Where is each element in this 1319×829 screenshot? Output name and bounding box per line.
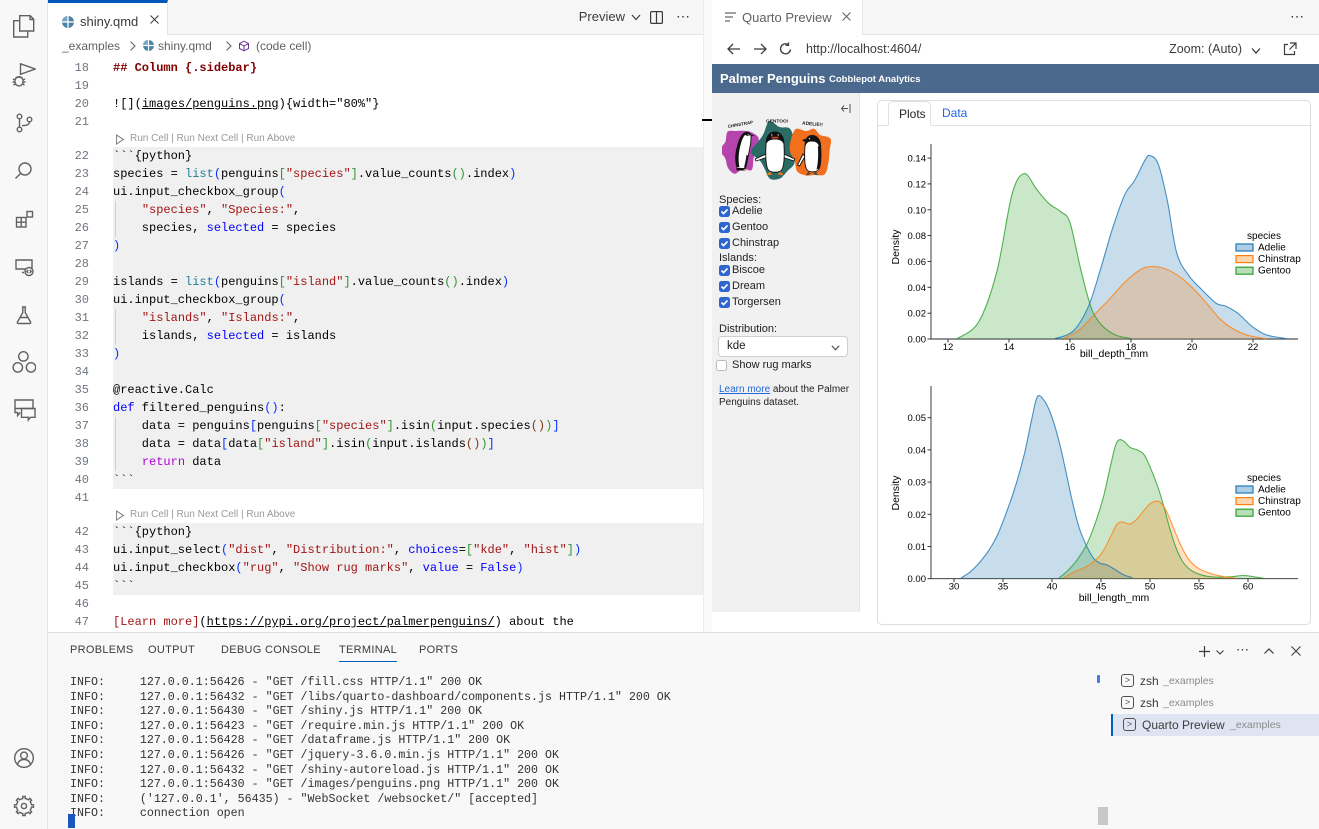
svg-text:Chinstrap: Chinstrap <box>1258 254 1301 265</box>
svg-text:40: 40 <box>1047 582 1058 593</box>
svg-text:20: 20 <box>1187 342 1198 353</box>
svg-text:ADELIE!!: ADELIE!! <box>802 121 824 129</box>
svg-text:0.12: 0.12 <box>908 179 927 190</box>
svg-text:0.06: 0.06 <box>908 257 927 268</box>
svg-text:55: 55 <box>1194 582 1205 593</box>
svg-text:22: 22 <box>1248 342 1259 353</box>
svg-text:GENTOO!: GENTOO! <box>766 119 789 125</box>
svg-text:0.04: 0.04 <box>908 445 927 456</box>
svg-text:0.05: 0.05 <box>908 413 927 424</box>
svg-text:Density: Density <box>890 475 902 511</box>
svg-text:0.00: 0.00 <box>908 574 927 585</box>
svg-text:Chinstrap: Chinstrap <box>1258 496 1301 507</box>
svg-text:Gentoo: Gentoo <box>1258 508 1291 519</box>
svg-text:bill_depth_mm: bill_depth_mm <box>1080 348 1149 360</box>
svg-text:bill_length_mm: bill_length_mm <box>1079 592 1150 604</box>
svg-text:0.14: 0.14 <box>908 154 927 165</box>
svg-text:0.01: 0.01 <box>908 542 927 553</box>
svg-text:30: 30 <box>949 582 960 593</box>
svg-text:14: 14 <box>1004 342 1015 353</box>
svg-text:species: species <box>1247 231 1281 242</box>
svg-text:Density: Density <box>890 229 902 265</box>
svg-text:Adelie: Adelie <box>1258 485 1286 496</box>
svg-text:0.02: 0.02 <box>908 309 927 320</box>
svg-text:0.02: 0.02 <box>908 510 927 521</box>
svg-text:Adelie: Adelie <box>1258 243 1286 254</box>
svg-text:0.10: 0.10 <box>908 205 927 216</box>
svg-text:0.03: 0.03 <box>908 478 927 489</box>
svg-text:0.04: 0.04 <box>908 283 927 294</box>
svg-text:0.00: 0.00 <box>908 335 927 346</box>
svg-text:species: species <box>1247 473 1281 484</box>
svg-text:CHINSTRAP: CHINSTRAP <box>727 120 753 129</box>
svg-text:Gentoo: Gentoo <box>1258 266 1291 277</box>
svg-text:60: 60 <box>1243 582 1254 593</box>
svg-text:35: 35 <box>998 582 1009 593</box>
svg-text:12: 12 <box>943 342 954 353</box>
svg-text:0.08: 0.08 <box>908 231 927 242</box>
svg-text:16: 16 <box>1065 342 1076 353</box>
